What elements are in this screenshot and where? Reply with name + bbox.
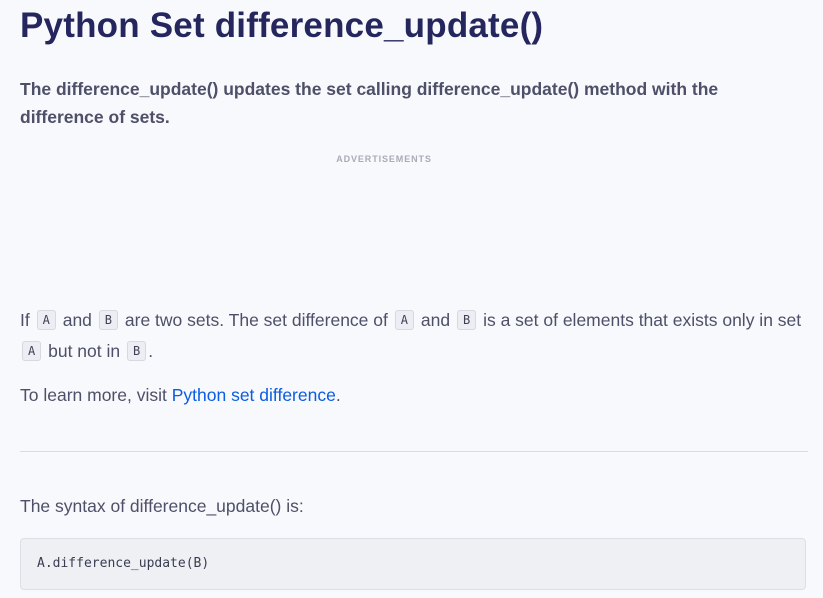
text-segment: but not in (48, 341, 121, 361)
text-segment: and (62, 310, 92, 330)
page-title: Python Set difference_update() (20, 6, 544, 45)
intro-paragraph: The difference_update() updates the set … (20, 79, 719, 127)
syntax-code-block: A.difference_update(B) (20, 538, 806, 590)
inline-code: A (22, 341, 42, 361)
section-divider (20, 451, 808, 452)
text-segment: . (148, 341, 154, 361)
syntax-intro: The syntax of difference_update() is: (20, 496, 304, 516)
text-segment: and (420, 310, 451, 330)
learn-more-prefix: To learn more, visit (20, 385, 167, 405)
text-segment: are two sets. The set difference of (124, 310, 388, 330)
inline-code: B (126, 341, 147, 361)
inline-code: B (98, 310, 119, 330)
learn-more-suffix: . (335, 385, 341, 405)
text-segment: If (20, 310, 30, 330)
python-set-difference-link[interactable]: Python set difference (172, 385, 336, 405)
set-difference-paragraph: If A and B are two sets. The set differe… (20, 305, 808, 367)
advertisements-label: ADVERTISEMENTS (336, 154, 432, 164)
inline-code: A (394, 310, 414, 330)
inline-code: A (36, 310, 56, 330)
inline-code: B (456, 310, 477, 330)
syntax-code: A.difference_update(B) (37, 556, 210, 571)
learn-more-paragraph: To learn more, visit Python set differen… (20, 380, 808, 411)
text-segment: is a set of elements that exists only in… (483, 310, 802, 330)
